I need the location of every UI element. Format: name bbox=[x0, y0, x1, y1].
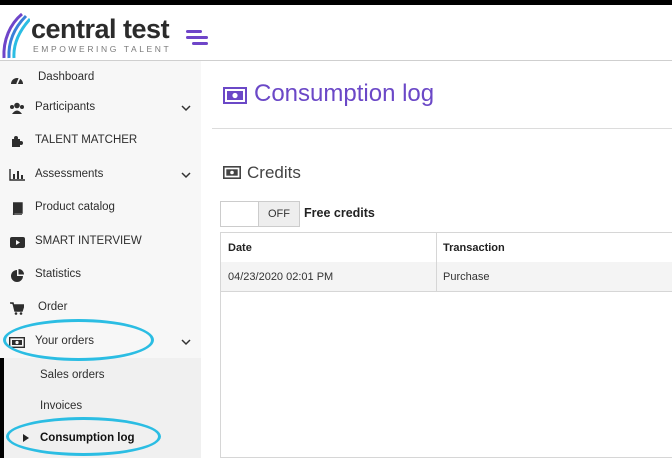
menu-toggle-icon[interactable] bbox=[186, 30, 208, 46]
sidebar-item-assessments[interactable]: Assessments bbox=[0, 158, 201, 191]
cell-date: 04/23/2020 02:01 PM bbox=[228, 270, 334, 283]
credits-table: Date Transaction 04/23/2020 02:01 PM Pur… bbox=[220, 232, 672, 458]
free-credits-toggle[interactable]: OFF bbox=[220, 201, 300, 227]
divider bbox=[212, 128, 672, 129]
video-icon bbox=[9, 235, 25, 249]
sidebar-item-label: Statistics bbox=[35, 268, 82, 280]
sidebar-item-smart-interview[interactable]: SMART INTERVIEW bbox=[0, 225, 201, 258]
submenu-item-invoices[interactable]: Invoices bbox=[40, 400, 82, 412]
your-orders-submenu: Sales orders Invoices Consumption log bbox=[0, 358, 201, 458]
chevron-down-icon[interactable] bbox=[180, 169, 192, 181]
bar-chart-icon bbox=[9, 168, 25, 182]
cart-icon bbox=[9, 301, 25, 315]
submenu-item-consumption-log[interactable]: Consumption log bbox=[40, 432, 135, 444]
page-title: Consumption log bbox=[254, 80, 435, 107]
submenu-item-sales-orders[interactable]: Sales orders bbox=[40, 369, 105, 381]
sidebar-item-label: Your orders bbox=[35, 335, 95, 347]
sidebar-item-order[interactable]: Order bbox=[0, 291, 201, 324]
sidebar-item-label: Product catalog bbox=[35, 201, 115, 213]
money-icon bbox=[9, 335, 25, 349]
sidebar-item-participants[interactable]: Participants bbox=[0, 91, 201, 124]
sidebar-item-label: Participants bbox=[35, 101, 96, 113]
puzzle-icon bbox=[9, 134, 25, 148]
money-icon bbox=[223, 87, 247, 104]
central-test-logo-icon bbox=[2, 12, 30, 59]
users-icon bbox=[9, 101, 25, 115]
dashboard-icon bbox=[9, 71, 25, 85]
sidebar-item-product-catalog[interactable]: Product catalog bbox=[0, 191, 201, 224]
sidebar-item-label: SMART INTERVIEW bbox=[35, 235, 142, 247]
sidebar-item-statistics[interactable]: Statistics bbox=[0, 258, 201, 291]
brand-name: central test bbox=[31, 14, 170, 44]
cell-transaction: Purchase bbox=[443, 270, 490, 283]
sidebar-item-label: Assessments bbox=[35, 168, 104, 180]
sidebar-item-label: TALENT MATCHER bbox=[35, 134, 138, 146]
sidebar-item-dashboard[interactable]: Dashboard bbox=[0, 61, 201, 94]
top-bar: central test EMPOWERING TALENT bbox=[0, 0, 672, 61]
caret-right-icon bbox=[23, 434, 29, 442]
section-title: Credits bbox=[247, 163, 301, 182]
sidebar-item-label: Dashboard bbox=[38, 71, 95, 83]
chevron-down-icon[interactable] bbox=[180, 102, 192, 114]
brand-tagline: EMPOWERING TALENT bbox=[33, 44, 172, 54]
sidebar-item-talent-matcher[interactable]: TALENT MATCHER bbox=[0, 124, 201, 157]
column-divider bbox=[436, 233, 437, 291]
sidebar-item-label: Order bbox=[38, 301, 68, 313]
sidebar-item-your-orders[interactable]: Your orders bbox=[0, 325, 201, 358]
table-row[interactable]: 04/23/2020 02:01 PM Purchase bbox=[221, 262, 672, 292]
column-header-date[interactable]: Date bbox=[228, 233, 252, 262]
toggle-state-label: OFF bbox=[258, 202, 299, 226]
pie-chart-icon bbox=[9, 268, 25, 282]
money-icon bbox=[223, 166, 241, 179]
free-credits-label: Free credits bbox=[304, 206, 375, 220]
book-icon bbox=[9, 201, 25, 215]
column-header-transaction[interactable]: Transaction bbox=[443, 233, 505, 262]
table-header: Date Transaction bbox=[221, 233, 672, 263]
chevron-down-icon[interactable] bbox=[180, 336, 192, 348]
